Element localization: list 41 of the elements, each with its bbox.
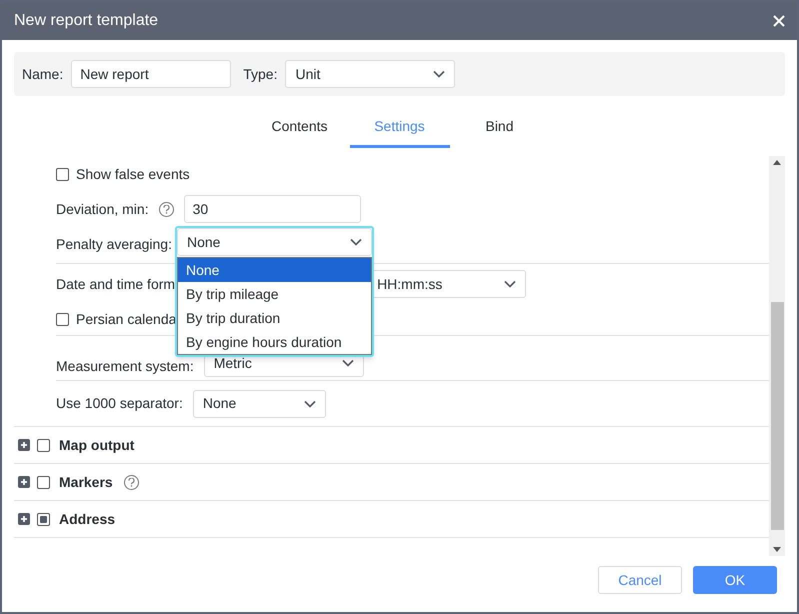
- deviation-label: Deviation, min:: [56, 200, 149, 218]
- expand-icon[interactable]: [18, 513, 30, 525]
- close-icon[interactable]: [773, 15, 785, 27]
- checkbox[interactable]: [56, 313, 69, 326]
- expand-icon[interactable]: [18, 439, 30, 451]
- deviation-field[interactable]: 30: [184, 195, 361, 223]
- expand-icon[interactable]: [18, 476, 30, 488]
- separator-label: Use 1000 separator:: [56, 394, 183, 413]
- checkbox[interactable]: [56, 168, 69, 180]
- dropdown-option[interactable]: None: [178, 258, 371, 282]
- tab[interactable]: Contents: [250, 108, 350, 148]
- help-icon[interactable]: [158, 202, 174, 216]
- scroll-down-icon[interactable]: [773, 547, 781, 552]
- checkbox[interactable]: [37, 438, 50, 452]
- window-title: New report template: [14, 11, 158, 31]
- separator-select[interactable]: None: [192, 390, 326, 418]
- scrollbar[interactable]: [769, 156, 785, 556]
- chevron-down-icon: [504, 280, 516, 288]
- section-title: Address: [59, 510, 116, 528]
- chevron-down-icon: [342, 359, 354, 367]
- type-label: Type:: [243, 64, 278, 84]
- checkbox-label: Persian calenda: [76, 310, 176, 329]
- checkbox-label: Show false events: [76, 164, 190, 184]
- help-icon[interactable]: [124, 474, 139, 490]
- date-format-label: Date and time form: [56, 274, 176, 294]
- penalty-dropdown[interactable]: None None By trip mileage By trip duration By engine hours duration: [175, 226, 374, 357]
- name-field[interactable]: New report: [71, 60, 232, 88]
- chevron-down-icon: [433, 70, 446, 78]
- section-title: Markers: [59, 472, 113, 492]
- penalty-label: Penalty averaging:: [56, 235, 172, 254]
- name-label: Name:: [22, 64, 64, 84]
- section-title: Map output: [59, 436, 134, 455]
- measurement-label: Measurement system:: [56, 357, 194, 376]
- tab[interactable]: Bind: [450, 108, 550, 148]
- checkbox[interactable]: [37, 476, 50, 488]
- penalty-select[interactable]: None: [177, 228, 372, 256]
- checkbox[interactable]: [37, 512, 50, 526]
- chevron-down-icon: [350, 238, 362, 246]
- chevron-down-icon: [304, 400, 316, 408]
- type-select[interactable]: Unit: [285, 60, 456, 88]
- scroll-up-icon[interactable]: [773, 160, 781, 165]
